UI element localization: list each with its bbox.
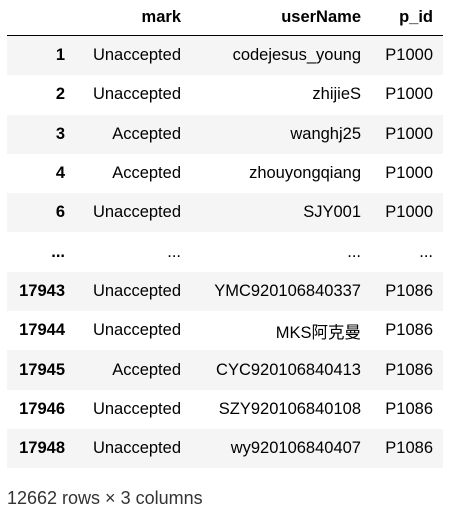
row-index: 1 (55, 46, 65, 65)
row-index: 17948 (19, 439, 65, 458)
cell-p-id: ... (419, 242, 433, 261)
header-row: mark userName p_id (7, 0, 443, 36)
cell-username: CYC920106840413 (216, 360, 361, 379)
cell-mark: Unaccepted (92, 85, 181, 104)
column-header-p-id: p_id (371, 0, 443, 36)
cell-mark: Unaccepted (92, 321, 181, 340)
cell-username: wy920106840407 (230, 439, 361, 458)
cell-mark: Unaccepted (92, 46, 181, 65)
row-index: 3 (55, 124, 65, 143)
dataframe-output: mark userName p_id 1 Unaccepted codejesus_… (7, 0, 443, 469)
cell-mark: Unaccepted (92, 281, 181, 300)
dataframe-shape-label: 12662 rows × 3 columns (7, 488, 203, 508)
cell-username: MKS阿克曼 (275, 323, 361, 342)
cell-username: zhijieS (312, 85, 361, 104)
cell-p-id: P1086 (385, 321, 433, 340)
cell-p-id: P1086 (385, 399, 433, 418)
cell-p-id: P1086 (385, 439, 433, 458)
cell-mark: Unaccepted (92, 439, 181, 458)
table-body: 1 Unaccepted codejesus_young P1000 2 Unaccept… (7, 35, 443, 469)
table-row: 17945 Accepted CYC920106840413 P1086 (7, 350, 443, 390)
table-row: 17948 Unaccepted wy920106840407 P1086 (7, 428, 443, 469)
row-index: 17945 (19, 360, 65, 379)
table-header: mark userName p_id (7, 0, 443, 36)
cell-p-id: P1000 (385, 164, 433, 183)
table-row: 4 Accepted zhouyongqiang P1000 (7, 153, 443, 194)
column-header-index (7, 0, 75, 36)
table-row: 3 Accepted wanghj25 P1000 (7, 114, 443, 154)
cell-username: zhouyongqiang (249, 164, 361, 183)
cell-username: codejesus_young (232, 46, 361, 65)
row-index: 17944 (19, 321, 65, 340)
column-header-username: userName (191, 0, 371, 36)
cell-p-id: P1086 (385, 360, 433, 379)
cell-p-id: P1000 (385, 124, 433, 143)
row-index: 17946 (19, 399, 65, 418)
cell-p-id: P1000 (385, 203, 433, 222)
cell-mark: Unaccepted (92, 203, 181, 222)
cell-mark: Accepted (112, 360, 181, 379)
column-header-mark: mark (75, 0, 191, 36)
table-row: ............ (7, 232, 443, 272)
cell-mark: Accepted (112, 124, 181, 143)
row-index: 17943 (19, 281, 65, 300)
cell-p-id: P1000 (385, 85, 433, 104)
table-row: 2 Unaccepted zhijieS P1000 (7, 75, 443, 115)
cell-p-id: P1000 (385, 46, 433, 65)
dataframe-table: mark userName p_id 1 Unaccepted codejesus_… (7, 0, 443, 469)
cell-username: YMC920106840337 (214, 281, 361, 300)
row-index: 6 (55, 203, 65, 222)
cell-username: SJY001 (303, 203, 361, 222)
cell-mark: ... (167, 242, 181, 261)
table-row: 17946 Unaccepted SZY920106840108 P1086 (7, 389, 443, 429)
row-index: 4 (55, 164, 65, 183)
cell-mark: Accepted (112, 164, 181, 183)
table-row: 17944 Unaccepted MKS阿克曼 P1086 (7, 311, 443, 351)
cell-username: SZY920106840108 (218, 399, 361, 418)
table-row: 6 Unaccepted SJY001 P1000 (7, 193, 443, 233)
row-index: ... (51, 242, 65, 261)
cell-username: wanghj25 (290, 124, 361, 143)
cell-username: ... (347, 242, 361, 261)
table-row: 1 Unaccepted codejesus_young P1000 (7, 35, 443, 76)
row-index: 2 (55, 85, 65, 104)
cell-p-id: P1086 (385, 281, 433, 300)
cell-mark: Unaccepted (92, 399, 181, 418)
table-row: 17943 Unaccepted YMC920106840337 P1086 (7, 271, 443, 312)
